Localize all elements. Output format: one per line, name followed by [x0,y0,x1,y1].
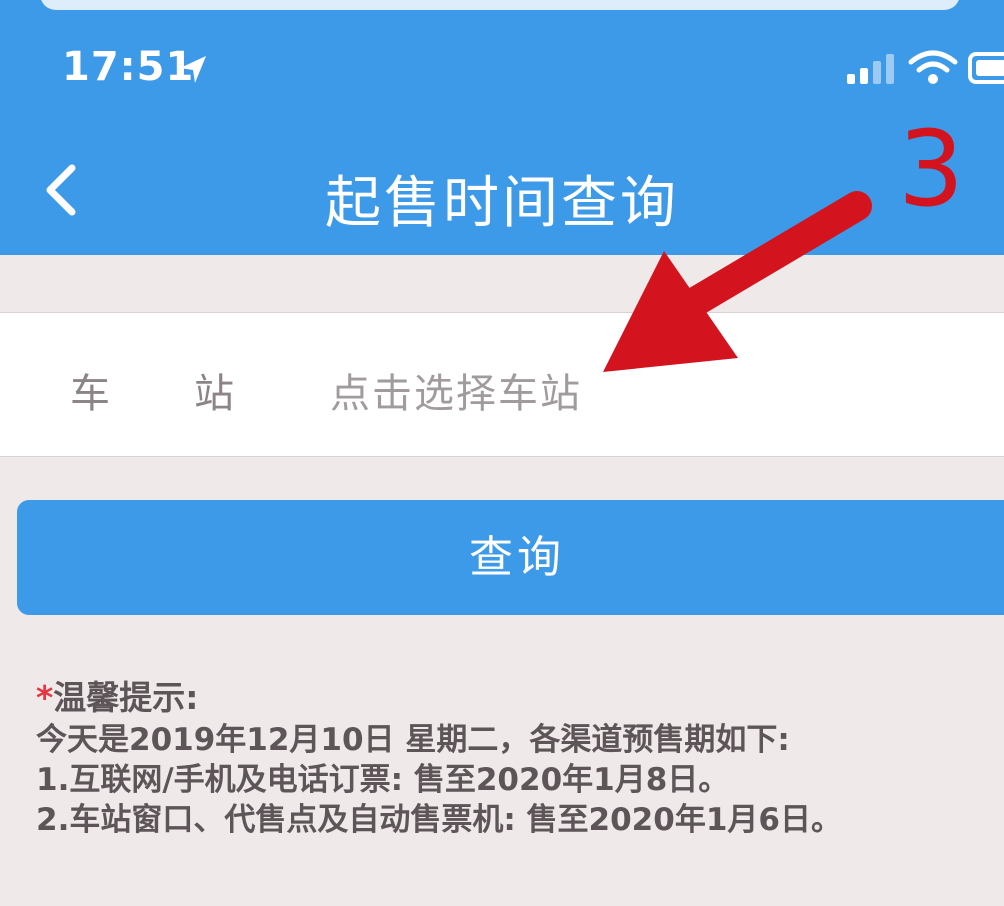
battery-level [976,60,1004,76]
tips-line-date: 今天是2019年12月10日 星期二，各渠道预售期如下: [36,722,790,758]
station-placeholder[interactable]: 点击选择车站 [330,361,582,419]
station-label: 车站 [70,371,318,417]
top-banner-edge [40,0,960,10]
tips-line-station: 2.车站窗口、代售点及自动售票机: 售至2020年1月6日。 [36,802,842,838]
battery-icon [968,52,1004,84]
status-time: 17:51 [62,44,195,90]
station-selector[interactable]: 车站 点击选择车站 [0,312,1004,457]
signal-strength-icon [847,54,894,84]
annotation-step-number: 3 [898,108,965,230]
wifi-icon [908,50,958,84]
tips-title-text: 温馨提示: [53,678,199,717]
tips-title: *温馨提示: [36,676,996,720]
location-arrow-icon [180,56,206,83]
tips-section: *温馨提示: 今天是2019年12月10日 星期二，各渠道预售期如下: 1.互联… [36,676,996,840]
required-star: * [36,678,54,717]
page-title: 起售时间查询 [325,171,679,236]
query-button[interactable]: 查询 [17,500,1004,615]
tips-line-internet: 1.互联网/手机及电话订票: 售至2020年1月8日。 [36,762,730,798]
